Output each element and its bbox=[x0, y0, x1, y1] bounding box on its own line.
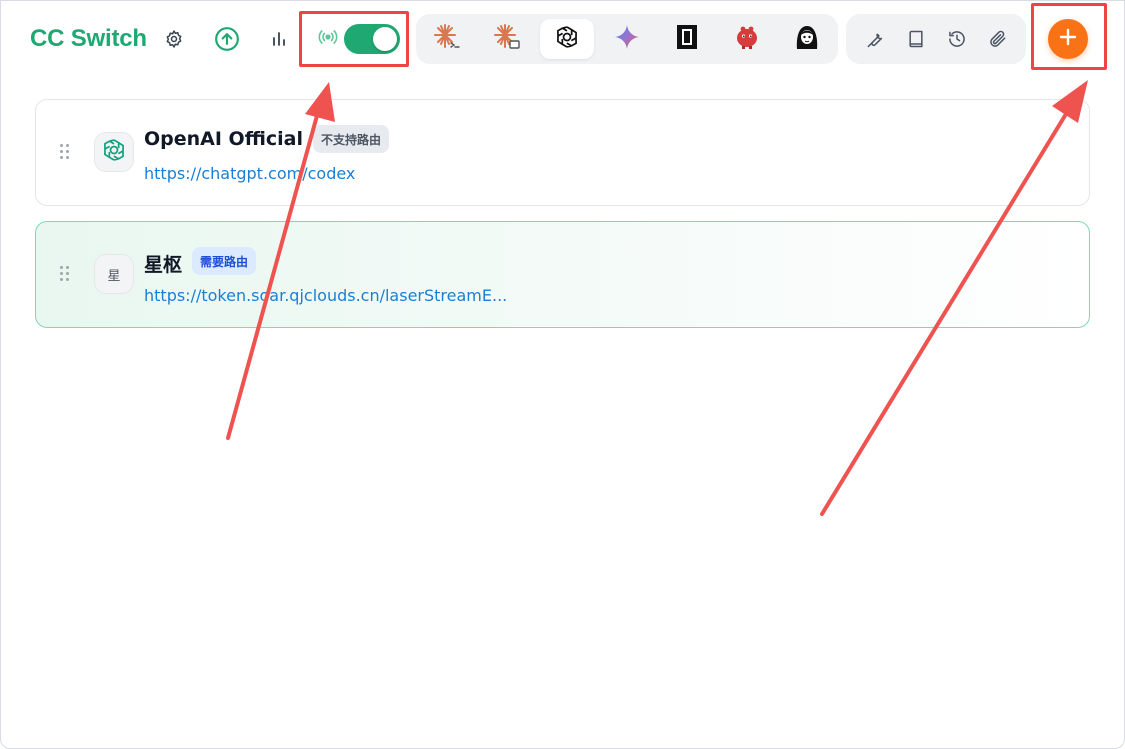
gear-icon[interactable] bbox=[159, 24, 189, 54]
app-tab-codex[interactable] bbox=[540, 19, 594, 59]
app-title: CC Switch bbox=[30, 25, 147, 52]
drag-handle-icon[interactable] bbox=[60, 266, 72, 284]
provider-name: 星枢 bbox=[144, 254, 183, 276]
provider-url-link[interactable]: https://chatgpt.com/codex bbox=[144, 164, 355, 183]
history-icon[interactable] bbox=[942, 24, 972, 54]
provider-avatar bbox=[94, 132, 134, 172]
opencode-icon bbox=[676, 24, 698, 55]
book-icon[interactable] bbox=[901, 24, 931, 54]
routing-badge: 需要路由 bbox=[192, 247, 257, 275]
app-tab-claude-desktop[interactable] bbox=[480, 19, 534, 59]
add-provider-button[interactable] bbox=[1048, 19, 1088, 59]
openai-logo-icon bbox=[101, 137, 127, 168]
routing-badge: 不支持路由 bbox=[313, 125, 390, 153]
provider-card-openai[interactable]: OpenAI Official 不支持路由 https://chatgpt.co… bbox=[35, 99, 1090, 206]
app-switcher bbox=[416, 14, 838, 64]
avatar-letter: 星 bbox=[107, 268, 121, 284]
app-tab-claude-code[interactable] bbox=[420, 19, 474, 59]
bar-chart-icon[interactable] bbox=[264, 24, 294, 54]
plus-icon bbox=[1058, 27, 1078, 52]
arrow-up-circle-icon[interactable] bbox=[212, 24, 242, 54]
app-tab-red-mascot[interactable] bbox=[720, 19, 774, 59]
provider-name: OpenAI Official bbox=[144, 128, 304, 150]
anime-avatar-icon bbox=[793, 23, 821, 56]
proxy-control bbox=[300, 12, 408, 66]
red-mascot-icon bbox=[733, 23, 761, 56]
proxy-toggle[interactable] bbox=[344, 24, 400, 54]
provider-url-link[interactable]: https://token.soar.qjclouds.cn/laserStre… bbox=[144, 286, 507, 305]
drag-handle-icon[interactable] bbox=[60, 144, 72, 162]
app-tab-gemini[interactable] bbox=[600, 19, 654, 59]
app-tab-opencode[interactable] bbox=[660, 19, 714, 59]
broadcast-icon bbox=[318, 29, 338, 50]
tools-bar bbox=[846, 14, 1026, 64]
provider-avatar: 星 bbox=[94, 254, 134, 294]
claude-desktop-icon bbox=[492, 22, 522, 57]
app-tab-anime-avatar[interactable] bbox=[780, 19, 834, 59]
openai-codex-icon bbox=[554, 24, 580, 55]
claude-code-icon bbox=[432, 22, 462, 57]
gemini-icon bbox=[614, 24, 640, 55]
provider-card-xingshu[interactable]: 星 星枢 需要路由 https://token.soar.qjclouds.cn… bbox=[35, 221, 1090, 328]
wrench-icon[interactable] bbox=[860, 24, 890, 54]
toggle-knob bbox=[373, 27, 397, 51]
paperclip-icon[interactable] bbox=[983, 24, 1013, 54]
